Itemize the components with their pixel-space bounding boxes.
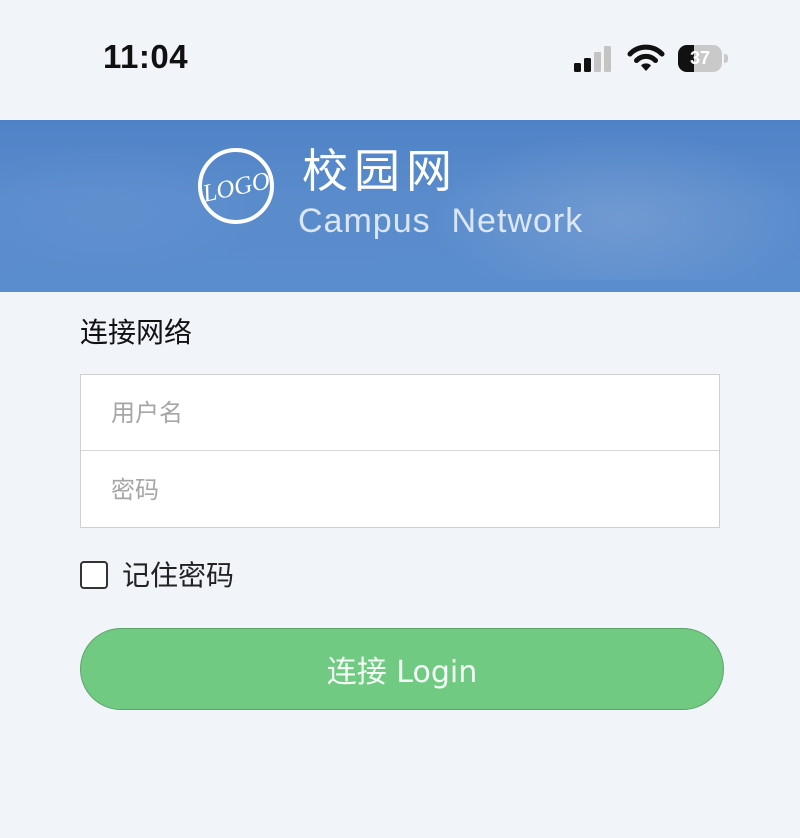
battery-level-text: 37	[689, 48, 711, 68]
campus-title-en: Campus Network	[298, 202, 584, 240]
login-button[interactable]: 连接 Login	[80, 628, 724, 710]
status-bar: 11:04 37	[0, 0, 800, 120]
campus-title-cn: 校园网	[302, 144, 458, 198]
logo-icon: LOGO	[198, 148, 274, 224]
wifi-icon	[627, 44, 665, 71]
battery-icon: 37	[678, 45, 728, 72]
password-input[interactable]	[81, 452, 719, 528]
status-time: 11:04	[103, 38, 189, 75]
logo-text: LOGO	[199, 167, 272, 208]
form-heading: 连接网络	[80, 316, 193, 349]
username-input[interactable]	[81, 375, 719, 451]
cellular-signal-icon	[574, 46, 611, 72]
credentials-fields	[80, 374, 720, 528]
remember-password-checkbox[interactable]	[80, 561, 108, 589]
remember-password-label: 记住密码	[122, 559, 235, 592]
